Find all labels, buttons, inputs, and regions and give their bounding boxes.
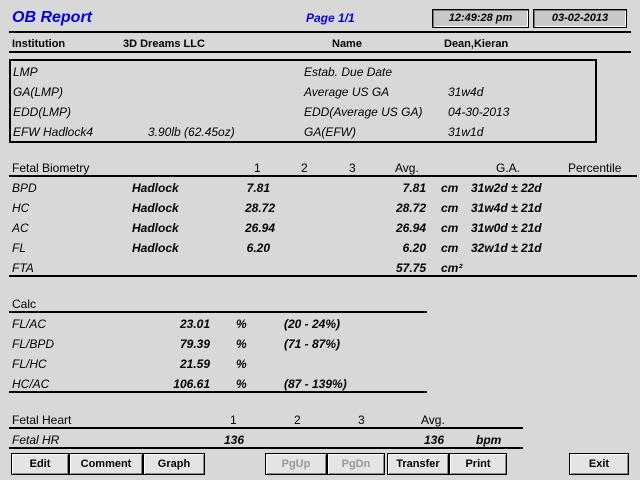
- heart-col-2: 2: [294, 413, 301, 427]
- heart-avg: 136: [424, 433, 445, 447]
- page-up-button[interactable]: PgUp: [265, 453, 327, 475]
- calc-name: FL/BPD: [12, 337, 55, 351]
- biometry-ga: 32w1d ± 21d: [471, 241, 542, 255]
- biometry-ga: 31w2d ± 22d: [471, 181, 542, 195]
- biometry-unit: cm: [441, 221, 459, 235]
- heart-value-1: 136: [224, 433, 245, 447]
- calc-header-divider: [9, 311, 427, 313]
- heart-name: Fetal HR: [12, 433, 60, 447]
- edd-avg-label: EDD(Average US GA): [304, 105, 423, 119]
- biometry-ga: 31w0d ± 21d: [471, 221, 542, 235]
- calc-value: 79.39: [179, 337, 210, 351]
- calc-section-label: Calc: [12, 297, 37, 311]
- biometry-col-avg: Avg.: [395, 161, 419, 175]
- heart-unit: bpm: [476, 433, 502, 447]
- biometry-method: Hadlock: [132, 181, 179, 195]
- biometry-method: Hadlock: [132, 201, 179, 215]
- print-button[interactable]: Print: [449, 453, 507, 475]
- calc-value: 23.01: [179, 317, 210, 331]
- biometry-footer-divider: [9, 275, 637, 277]
- biometry-method: Hadlock: [132, 221, 179, 235]
- calc-value: 106.61: [173, 377, 210, 391]
- biometry-value-1: 28.72: [244, 201, 275, 215]
- biometry-value-1: 6.20: [246, 241, 270, 255]
- calc-range: (71 - 87%): [284, 337, 341, 351]
- biometry-unit: cm: [441, 181, 459, 195]
- calc-value: 21.59: [179, 357, 210, 371]
- institution-label: Institution: [12, 38, 66, 50]
- biometry-name: AC: [12, 221, 29, 235]
- calc-name: FL/AC: [12, 317, 47, 331]
- heart-col-avg: Avg.: [421, 413, 445, 427]
- exit-button[interactable]: Exit: [569, 453, 629, 475]
- biometry-section-label: Fetal Biometry: [12, 161, 90, 175]
- calc-unit: %: [236, 377, 247, 391]
- header-divider: [9, 31, 631, 33]
- biometry-avg: 28.72: [395, 201, 426, 215]
- biometry-avg: 57.75: [395, 261, 426, 275]
- graph-button[interactable]: Graph: [143, 453, 205, 475]
- edd-avg-value: 04-30-2013: [448, 105, 510, 119]
- calc-unit: %: [236, 317, 247, 331]
- comment-button[interactable]: Comment: [69, 453, 143, 475]
- biometry-name: BPD: [12, 181, 37, 195]
- avg-us-ga-label: Average US GA: [304, 85, 390, 99]
- time-display: 12:49:28 pm: [432, 9, 529, 28]
- calc-unit: %: [236, 337, 247, 351]
- calc-range: (87 - 139%): [284, 377, 347, 391]
- ga-efw-label: GA(EFW): [304, 125, 356, 139]
- biometry-avg: 26.94: [395, 221, 426, 235]
- edd-lmp-label: EDD(LMP): [13, 105, 72, 119]
- avg-us-ga-value: 31w4d: [448, 85, 484, 99]
- biometry-unit: cm: [441, 201, 459, 215]
- calc-name: HC/AC: [12, 377, 50, 391]
- biometry-name: FTA: [12, 261, 34, 275]
- biometry-unit: cm: [441, 241, 459, 255]
- biometry-col-percentile: Percentile: [568, 161, 622, 175]
- date-display: 03-02-2013: [533, 9, 627, 28]
- heart-col-3: 3: [358, 413, 365, 427]
- biometry-col-1: 1: [254, 161, 261, 175]
- biometry-ga: 31w4d ± 21d: [471, 201, 542, 215]
- name-value: Dean,Kieran: [444, 38, 509, 50]
- efw-value: 3.90lb (62.45oz): [148, 125, 235, 139]
- biometry-avg: 7.81: [402, 181, 426, 195]
- heart-section-label: Fetal Heart: [12, 413, 72, 427]
- ga-lmp-label: GA(LMP): [13, 85, 64, 99]
- biometry-col-2: 2: [301, 161, 308, 175]
- lmp-label: LMP: [13, 65, 38, 79]
- biometry-value-1: 26.94: [244, 221, 275, 235]
- edit-button[interactable]: Edit: [11, 453, 69, 475]
- estab-due-label: Estab. Due Date: [304, 65, 393, 79]
- heart-footer-divider: [9, 447, 523, 449]
- efw-label: EFW Hadlock4: [13, 125, 94, 139]
- institution-value: 3D Dreams LLC: [123, 38, 205, 50]
- summary-box: [9, 59, 597, 143]
- heart-header-divider: [9, 427, 523, 429]
- biometry-col-ga: G.A.: [496, 161, 521, 175]
- ga-efw-value: 31w1d: [448, 125, 484, 139]
- calc-range: (20 - 24%): [284, 317, 341, 331]
- calc-footer-divider: [9, 391, 427, 393]
- report-title: OB Report: [12, 9, 92, 26]
- page-indicator: Page 1/1: [306, 11, 355, 25]
- patient-divider: [9, 51, 631, 53]
- biometry-name: HC: [12, 201, 30, 215]
- biometry-name: FL: [12, 241, 27, 255]
- page-down-button[interactable]: PgDn: [327, 453, 385, 475]
- transfer-button[interactable]: Transfer: [387, 453, 449, 475]
- calc-unit: %: [236, 357, 247, 371]
- biometry-unit: cm²: [441, 261, 463, 275]
- biometry-header-divider: [9, 175, 637, 177]
- biometry-value-1: 7.81: [246, 181, 270, 195]
- name-label: Name: [332, 38, 362, 50]
- calc-name: FL/HC: [12, 357, 47, 371]
- heart-col-1: 1: [230, 413, 237, 427]
- biometry-avg: 6.20: [402, 241, 426, 255]
- biometry-method: Hadlock: [132, 241, 179, 255]
- biometry-col-3: 3: [349, 161, 356, 175]
